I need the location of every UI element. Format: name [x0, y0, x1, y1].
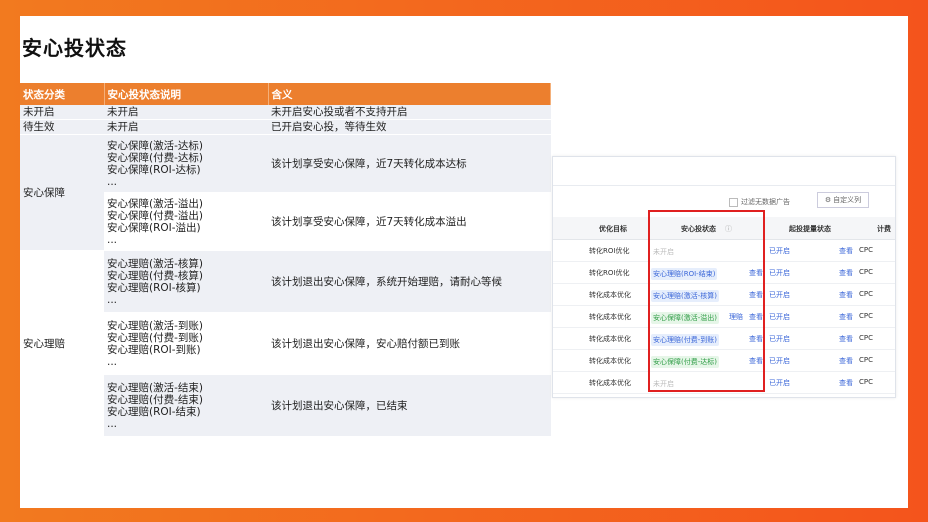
filter-label: 过滤无数据广告 [741, 198, 790, 206]
custom-columns-button[interactable]: ⚙ 自定义列 [817, 192, 869, 208]
description-line: ... [107, 355, 118, 368]
description-line: ... [107, 233, 118, 246]
meaning-cell: 该计划退出安心保障，已结束 [268, 374, 551, 437]
table-row: 安心理赔 安心理赔(激活-核算) 安心理赔(付费-核算) 安心理赔(ROI-核算… [20, 250, 551, 437]
goal-cell: 转化成本优化 [589, 379, 631, 387]
category-cell: 未开启 [20, 105, 104, 120]
description-line: ... [107, 175, 118, 188]
description-line: 安心理赔(付费-到账) [107, 331, 203, 344]
description-line: 安心理赔(付费-结束) [107, 393, 203, 406]
boost-status: 已开启 [769, 357, 790, 365]
description-cell: 未开启 [104, 105, 268, 120]
description-cell: 安心保障(激活-达标) 安心保障(付费-达标) 安心保障(ROI-达标) ... [104, 134, 268, 193]
bid-cell: CPC [859, 312, 873, 320]
boost-status: 已开启 [769, 379, 790, 387]
header-meaning: 含义 [268, 83, 551, 105]
boost-status: 已开启 [769, 269, 790, 277]
goal-cell: 转化成本优化 [589, 335, 631, 343]
category-cell: 安心理赔 [20, 250, 104, 437]
description-cell: 安心理赔(激活-结束) 安心理赔(付费-结束) 安心理赔(ROI-结束) ... [104, 374, 268, 437]
description-line: 安心理赔(ROI-到账) [107, 343, 201, 356]
meaning-cell: 该计划享受安心保障，近7天转化成本溢出 [268, 192, 551, 251]
description-line: 安心理赔(付费-核算) [107, 269, 203, 282]
description-line: 安心保障(激活-溢出) [107, 197, 203, 210]
checkbox[interactable] [729, 197, 738, 207]
table-row: 未开启 未开启 未开启安心投或者不支持开启 [20, 105, 551, 120]
description-cell: 未开启 [104, 119, 268, 135]
table-row: 待生效 未开启 已开启安心投，等待生效 [20, 119, 551, 135]
boost-view-link[interactable]: 查看 [839, 334, 853, 344]
description-line: 安心理赔(激活-结束) [107, 381, 203, 394]
boost-status: 已开启 [769, 247, 790, 255]
description-line: 安心保障(激活-达标) [107, 139, 203, 152]
header-bid: 计费 [877, 225, 891, 233]
header-boost: 起投提量状态 [789, 225, 831, 233]
description-cell: 安心理赔(激活-到账) 安心理赔(付费-到账) 安心理赔(ROI-到账) ... [104, 312, 268, 375]
bid-cell: CPC [859, 378, 873, 386]
boost-view-link[interactable]: 查看 [839, 268, 853, 278]
goal-cell: 转化成本优化 [589, 313, 631, 321]
boost-view-link[interactable]: 查看 [839, 312, 853, 322]
description-line: ... [107, 417, 118, 430]
description-cell: 安心保障(激活-溢出) 安心保障(付费-溢出) 安心保障(ROI-溢出) ... [104, 192, 268, 251]
description-line: 安心保障(ROI-达标) [107, 163, 201, 176]
embedded-screenshot: 过滤无数据广告 ⚙ 自定义列 优化目标 安心投状态 ⓘ 起投提量状态 计费 转化… [552, 156, 896, 398]
header-goal: 优化目标 [599, 225, 627, 233]
description-line: 安心保障(ROI-溢出) [107, 221, 201, 234]
meaning-cell: 该计划享受安心保障，近7天转化成本达标 [268, 134, 551, 193]
boost-view-link[interactable]: 查看 [839, 378, 853, 388]
goal-cell: 转化成本优化 [589, 357, 631, 365]
status-table: 状态分类 安心投状态说明 含义 未开启 未开启 未开启安心投或者不支持开启 待生… [20, 83, 551, 437]
boost-view-link[interactable]: 查看 [839, 246, 853, 256]
description-line: 安心保障(付费-溢出) [107, 209, 203, 222]
boost-status: 已开启 [769, 335, 790, 343]
gear-icon: ⚙ [824, 196, 832, 204]
bid-cell: CPC [859, 290, 873, 298]
page-title: 安心投状态 [22, 36, 127, 60]
divider [553, 185, 895, 186]
description-line: 安心理赔(激活-到账) [107, 319, 203, 332]
meaning-cell: 该计划退出安心保障，安心赔付额已到账 [268, 312, 551, 375]
header-category: 状态分类 [20, 83, 105, 105]
bid-cell: CPC [859, 268, 873, 276]
bid-cell: CPC [859, 356, 873, 364]
goal-cell: 转化ROI优化 [589, 269, 630, 277]
bid-cell: CPC [859, 246, 873, 254]
table-row: 安心保障 安心保障(激活-达标) 安心保障(付费-达标) 安心保障(ROI-达标… [20, 134, 551, 251]
status-column-highlight [648, 210, 765, 392]
filter-empty-ads[interactable]: 过滤无数据广告 [729, 197, 790, 207]
meaning-cell: 已开启安心投，等待生效 [268, 119, 551, 135]
description-line: 安心理赔(ROI-核算) [107, 281, 201, 294]
boost-view-link[interactable]: 查看 [839, 290, 853, 300]
category-cell: 安心保障 [20, 134, 104, 251]
custom-columns-label: 自定义列 [833, 196, 862, 204]
meaning-cell: 该计划退出安心保障，系统开始理赔，请耐心等候 [268, 250, 551, 313]
description-cell: 安心理赔(激活-核算) 安心理赔(付费-核算) 安心理赔(ROI-核算) ... [104, 250, 268, 313]
boost-status: 已开启 [769, 291, 790, 299]
description-line: 安心理赔(激活-核算) [107, 257, 203, 270]
meaning-cell: 未开启安心投或者不支持开启 [268, 105, 551, 120]
goal-cell: 转化成本优化 [589, 291, 631, 299]
description-line: ... [107, 293, 118, 306]
boost-status: 已开启 [769, 313, 790, 321]
description-line: 安心保障(付费-达标) [107, 151, 203, 164]
table-header-row: 状态分类 安心投状态说明 含义 [20, 83, 551, 105]
bid-cell: CPC [859, 334, 873, 342]
boost-view-link[interactable]: 查看 [839, 356, 853, 366]
category-cell: 待生效 [20, 119, 104, 135]
header-description: 安心投状态说明 [104, 83, 269, 105]
description-line: 安心理赔(ROI-结束) [107, 405, 201, 418]
goal-cell: 转化ROI优化 [589, 247, 630, 255]
